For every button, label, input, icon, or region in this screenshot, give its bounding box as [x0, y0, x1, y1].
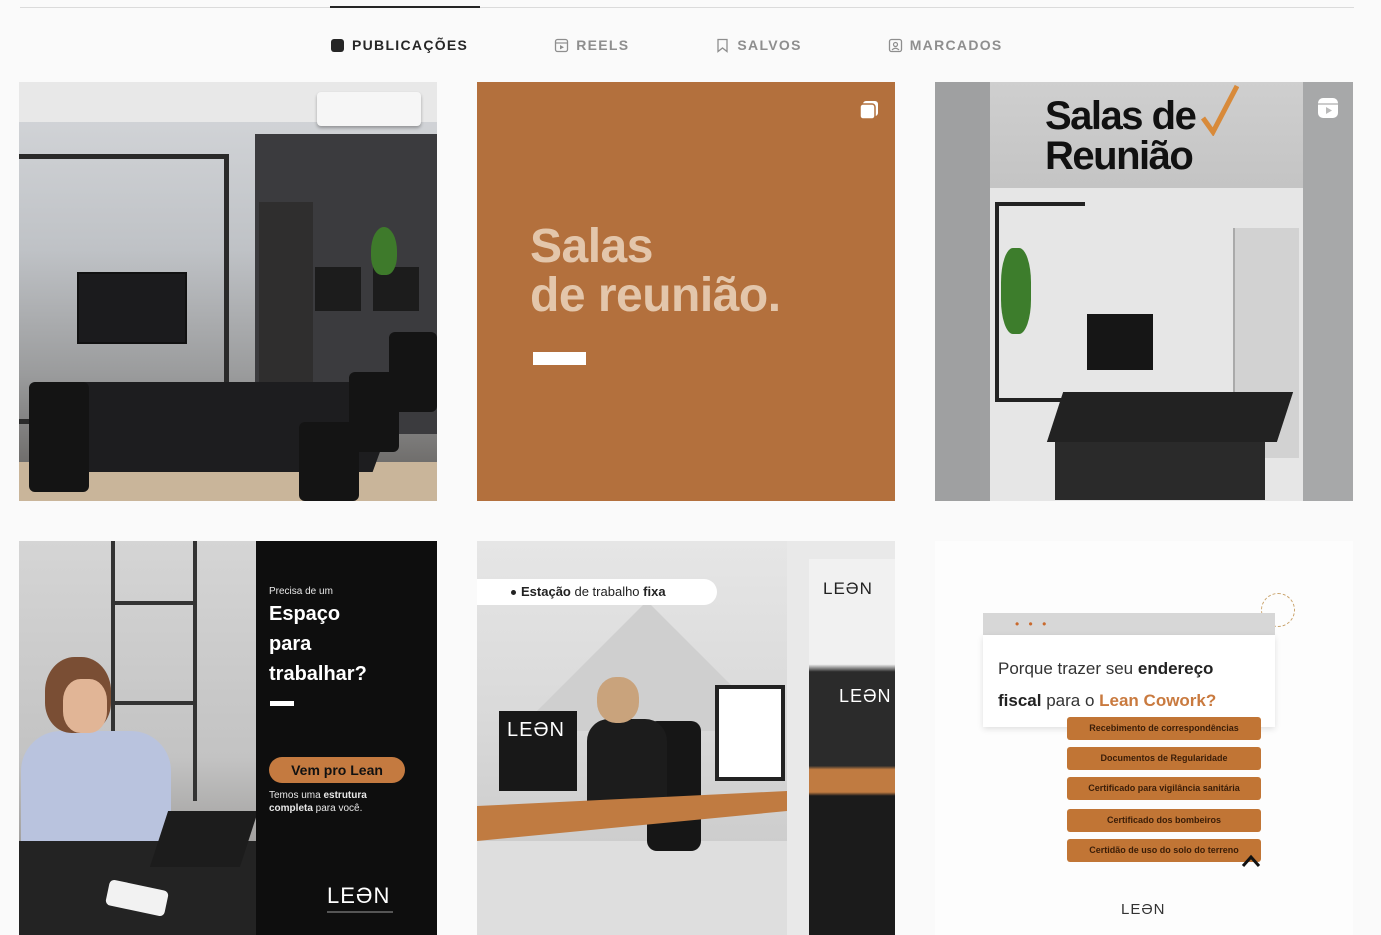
photo-floor — [477, 841, 787, 935]
tab-reels-label: REELS — [576, 37, 630, 53]
photo-shelf-board — [111, 701, 197, 705]
benefit-item: Certificado dos bombeiros — [1067, 809, 1261, 832]
lean-logo: LEƏN — [1121, 901, 1166, 918]
post-estacao-de-trabalho[interactable]: LEƏN Estação de trabalho fixa LEƏN LEƏN — [477, 541, 895, 935]
question-bold: endereço — [1137, 659, 1214, 678]
reels-icon — [555, 38, 569, 52]
benefit-item: Certidão de uso do solo do terreno — [1067, 839, 1261, 862]
logo-subtitle-line — [327, 911, 393, 913]
tagline-plain: Temos uma — [269, 790, 324, 801]
photo-person-head — [597, 677, 639, 723]
tab-marcados[interactable]: MARCADOS — [888, 37, 1003, 53]
post-meeting-room-photo[interactable] — [19, 82, 437, 501]
headline-line-2: para — [269, 633, 312, 655]
tagline-plain: para você. — [312, 803, 363, 814]
tagline-bold: completa — [269, 803, 313, 814]
benefit-item: Documentos de Regularidade — [1067, 747, 1261, 770]
photo-side-strip — [809, 559, 895, 935]
photo-person-body — [587, 719, 667, 809]
window-dots: • • • — [1015, 617, 1050, 631]
photo-desk-base — [1055, 442, 1265, 500]
photo-air-conditioner — [317, 92, 421, 126]
headline-line-1: Espaço — [269, 603, 341, 625]
label-plain: de trabalho — [570, 584, 644, 599]
photo-tv — [77, 272, 187, 344]
post-headline: Espaço para trabalhar? — [269, 599, 367, 689]
headline-line-3: trabalhar? — [269, 663, 367, 685]
post-title: Salas de Reunião — [1045, 94, 1197, 178]
lean-logo: LEƏN — [823, 579, 873, 598]
tab-salvos[interactable]: SALVOS — [715, 37, 801, 53]
photo-shelf-board — [111, 601, 197, 605]
label-bold: fixa — [643, 584, 666, 599]
profile-tabs: PUBLICAÇÕES REELS SALVOS MARCADOS — [330, 34, 1003, 56]
tab-marcados-label: MARCADOS — [909, 37, 1003, 53]
tab-divider — [20, 7, 1354, 8]
title-line-1: Salas de — [1045, 94, 1197, 138]
photo-chair — [389, 332, 437, 412]
lean-logo: LEƏN — [327, 883, 391, 908]
benefit-item: Certificado para vigilância sanitária — [1067, 777, 1261, 800]
lean-logo: LEƏN — [839, 686, 892, 706]
decorative-bar — [533, 352, 586, 365]
photo-laptop — [149, 811, 259, 867]
profile-posts-page: PUBLICAÇÕES REELS SALVOS MARCADOS Salas … — [0, 0, 1381, 935]
cursor-caret-icon — [1241, 854, 1261, 867]
question-plain: para o — [1041, 691, 1100, 710]
benefit-item: Recebimento de correspondências — [1067, 717, 1261, 740]
active-tab-indicator — [330, 6, 480, 8]
photo-desk — [1046, 392, 1294, 442]
post-label-pill: Estação de trabalho fixa — [477, 579, 717, 605]
photo-tv — [1087, 314, 1153, 370]
monitor-logo: LEƏN — [507, 719, 565, 741]
photo-person-face — [63, 679, 107, 733]
post-endereco-fiscal[interactable]: • • • Porque trazer seu endereço fiscal p… — [935, 541, 1353, 935]
photo-chair — [29, 382, 89, 492]
cta-pill: Vem pro Lean — [269, 757, 405, 783]
bookmark-icon — [717, 38, 729, 53]
photo-plant — [1001, 248, 1031, 334]
post-salas-de-reuniao-card[interactable]: Salas de reunião. — [477, 82, 895, 501]
label-bold: Estação — [521, 584, 571, 599]
question-accent: Lean Cowork? — [1099, 691, 1217, 710]
photo-background — [1303, 82, 1353, 501]
decorative-dash — [270, 701, 294, 706]
question-bold: fiscal — [998, 691, 1042, 710]
post-salas-de-reuniao-photo[interactable]: Salas de Reunião — [935, 82, 1353, 501]
headline-line-2: de reunião. — [530, 269, 781, 322]
photo-monitor — [315, 267, 361, 311]
tab-reels[interactable]: REELS — [554, 37, 629, 53]
checkmark-icon — [1200, 84, 1239, 136]
photo-plant — [371, 227, 397, 275]
carousel-icon — [859, 101, 878, 120]
grid-icon — [331, 38, 344, 52]
tagline-bold: estrutura — [323, 790, 367, 801]
tab-salvos-label: SALVOS — [737, 37, 802, 53]
tab-publicacoes[interactable]: PUBLICAÇÕES — [330, 37, 468, 53]
reels-icon — [1318, 98, 1338, 118]
question-plain: Porque trazer seu — [998, 659, 1138, 678]
post-headline: Salas de reunião. — [530, 222, 781, 320]
post-tagline: Temos uma estrutura completa para você. — [269, 789, 429, 815]
post-espaco-para-trabalhar[interactable]: Precisa de um Espaço para trabalhar? Vem… — [19, 541, 437, 935]
tagged-icon — [888, 38, 902, 52]
post-kicker: Precisa de um — [269, 586, 333, 597]
photo-frame — [715, 685, 785, 781]
title-line-2: Reunião — [1045, 134, 1194, 178]
tab-publicacoes-label: PUBLICAÇÕES — [352, 37, 469, 53]
headline-line-1: Salas — [530, 220, 653, 273]
photo-background — [935, 82, 990, 501]
post-question: Porque trazer seu endereço fiscal para o … — [998, 653, 1268, 717]
